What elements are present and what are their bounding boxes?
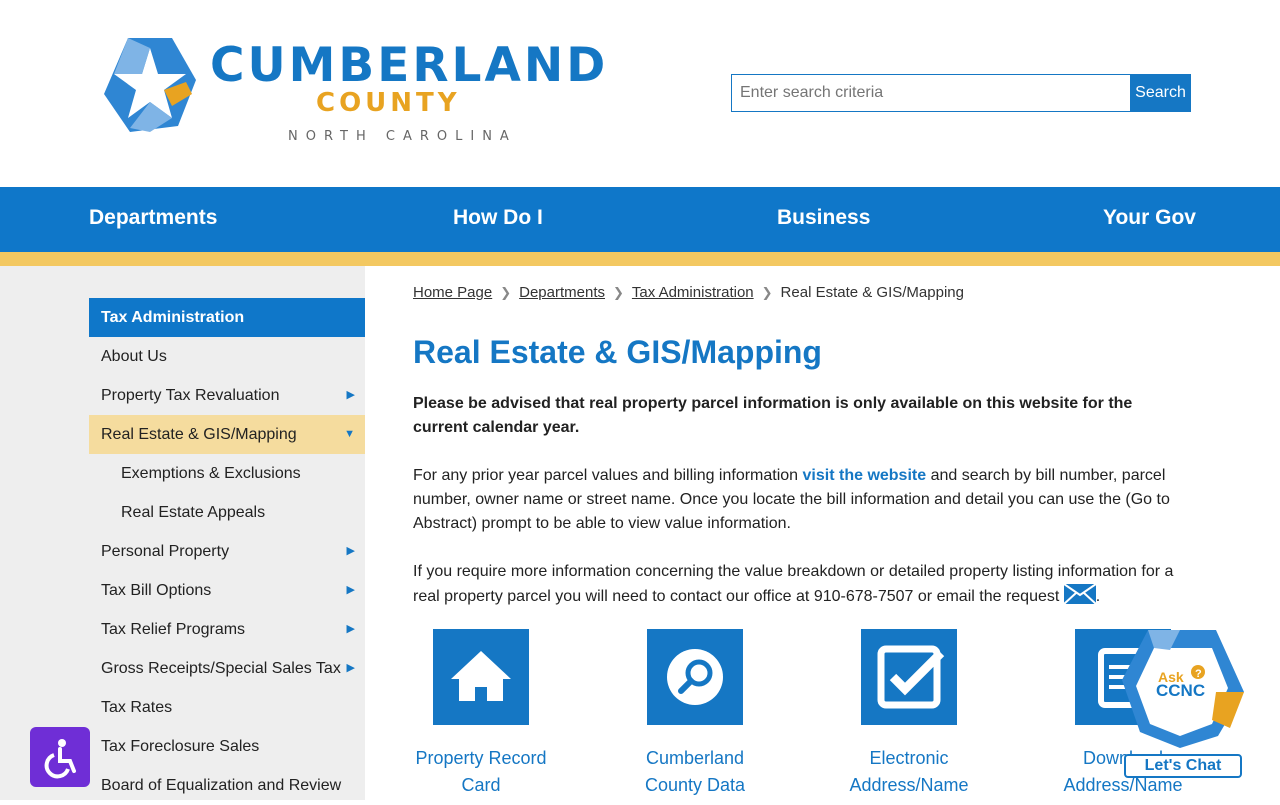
main-nav: Departments How Do I Business Your Gov — [0, 187, 1280, 252]
visit-website-link[interactable]: visit the website — [803, 467, 927, 484]
property-record-card-tile[interactable] — [433, 629, 529, 725]
site-header: CUMBERLAND COUNTY NORTH CAROLINA Search — [0, 0, 1280, 187]
caret-right-icon[interactable]: ▶ — [347, 610, 355, 649]
nav-how-do-i[interactable]: How Do I — [453, 206, 543, 230]
electronic-address-tile[interactable] — [861, 629, 957, 725]
sidebar-item-appeals[interactable]: Real Estate Appeals — [89, 493, 365, 532]
chevron-right-icon: ❯ — [613, 285, 624, 300]
sidebar-item-board-equalization[interactable]: Board of Equalization and Review — [89, 766, 365, 805]
sidebar-item-label: Tax Bill Options — [101, 582, 212, 599]
search-icon — [667, 649, 723, 705]
breadcrumb-departments[interactable]: Departments — [519, 284, 605, 301]
nav-departments[interactable]: Departments — [89, 206, 217, 230]
contact-paragraph: If you require more information concerni… — [413, 560, 1185, 609]
sidebar-item-label: Exemptions & Exclusions — [121, 465, 301, 482]
sidebar-item-personal-property[interactable]: Personal Property ▶ — [89, 532, 365, 571]
sidebar-item-label: About Us — [101, 348, 167, 365]
tile-label-property-record[interactable]: Property Record Card — [401, 745, 561, 799]
tile-label-line: Address/Name — [849, 775, 969, 795]
nav-business[interactable]: Business — [777, 206, 870, 230]
wheelchair-icon — [44, 739, 76, 779]
chat-brand-text: CCNC — [1156, 681, 1205, 700]
sidebar-item-label: Tax Rates — [101, 699, 173, 716]
tile-label-electronic[interactable]: Electronic Address/Name — [829, 745, 989, 799]
svg-text:?: ? — [1195, 668, 1202, 680]
sidebar-item-label: Tax Relief Programs — [101, 621, 246, 638]
sidebar-item-real-estate[interactable]: Real Estate & GIS/Mapping ▼ — [89, 415, 365, 454]
tile-label-line: Electronic — [869, 748, 949, 768]
chevron-right-icon: ❯ — [500, 285, 512, 300]
logo-line-1: CUMBERLAND — [210, 38, 609, 93]
nav-your-gov[interactable]: Your Gov — [1103, 206, 1196, 230]
sidebar-heading[interactable]: Tax Administration — [89, 298, 365, 337]
sidebar-item-label: Board of Equalization and Review — [101, 777, 342, 794]
chat-star-icon: Ask ? CCNC — [1122, 630, 1244, 748]
chevron-right-icon: ❯ — [761, 285, 773, 300]
search-button[interactable]: Search — [1130, 74, 1191, 112]
accessibility-button[interactable] — [30, 727, 90, 787]
sidebar-item-tax-bill-options[interactable]: Tax Bill Options ▶ — [89, 571, 365, 610]
sidebar-item-label: Real Estate & GIS/Mapping — [101, 426, 297, 443]
para2-end: . — [1095, 588, 1101, 605]
star-logo-icon — [104, 38, 196, 132]
logo-line-3: NORTH CAROLINA — [288, 129, 517, 144]
logo-line-2: COUNTY — [316, 88, 461, 118]
tile-label-county-data[interactable]: Cumberland County Data — [615, 745, 775, 799]
sidebar-menu: Tax Administration About Us Property Tax… — [89, 298, 365, 805]
tile-label-line: Cumberland — [645, 748, 745, 768]
caret-right-icon[interactable]: ▶ — [347, 571, 355, 610]
para1-before: For any prior year parcel values and bil… — [413, 467, 803, 484]
breadcrumb: Home Page ❯ Departments ❯ Tax Administration… — [413, 284, 964, 301]
sidebar-item-label: Gross Receipts/Special Sales Tax — [101, 660, 341, 677]
caret-right-icon[interactable]: ▶ — [347, 649, 355, 688]
checkbox-icon — [877, 645, 945, 709]
tile-label-line: Property Record — [415, 748, 547, 768]
breadcrumb-home[interactable]: Home Page — [413, 284, 492, 301]
county-logo[interactable]: CUMBERLAND COUNTY NORTH CAROLINA — [100, 36, 605, 148]
county-data-tile[interactable] — [647, 629, 743, 725]
lets-chat-button[interactable]: Let's Chat — [1124, 754, 1242, 778]
sidebar-item-about-us[interactable]: About Us — [89, 337, 365, 376]
breadcrumb-tax-administration[interactable]: Tax Administration — [632, 284, 754, 301]
page-title: Real Estate & GIS/Mapping — [413, 334, 822, 370]
prior-year-paragraph: For any prior year parcel values and bil… — [413, 464, 1185, 536]
search-input[interactable] — [731, 74, 1131, 112]
sidebar-item-exemptions[interactable]: Exemptions & Exclusions — [89, 454, 365, 493]
sidebar-item-label: Property Tax Revaluation — [101, 387, 280, 404]
para2-text: If you require more information concerni… — [413, 563, 1174, 605]
sidebar-item-foreclosure[interactable]: Tax Foreclosure Sales — [89, 727, 365, 766]
caret-down-icon[interactable]: ▼ — [344, 415, 355, 454]
sidebar-item-label: Real Estate Appeals — [121, 504, 266, 521]
tile-label-line: Card — [461, 775, 501, 795]
home-icon — [451, 651, 511, 701]
notice-text: Please be advised that real property par… — [413, 392, 1185, 440]
notice-bold: Please be advised that real property par… — [413, 395, 1133, 436]
caret-right-icon[interactable]: ▶ — [347, 376, 355, 415]
breadcrumb-current: Real Estate & GIS/Mapping — [780, 284, 964, 301]
sidebar-item-revaluation[interactable]: Property Tax Revaluation ▶ — [89, 376, 365, 415]
tile-label-line: County Data — [644, 775, 746, 795]
sidebar-item-tax-rates[interactable]: Tax Rates — [89, 688, 365, 727]
accent-bar — [0, 252, 1280, 266]
sidebar-item-label: Tax Foreclosure Sales — [101, 738, 260, 755]
sidebar-item-gross-receipts[interactable]: Gross Receipts/Special Sales Tax ▶ — [89, 649, 365, 688]
sidebar-item-tax-relief[interactable]: Tax Relief Programs ▶ — [89, 610, 365, 649]
caret-right-icon[interactable]: ▶ — [347, 532, 355, 571]
email-icon[interactable] — [1063, 583, 1097, 605]
sidebar-item-label: Personal Property — [101, 543, 230, 560]
